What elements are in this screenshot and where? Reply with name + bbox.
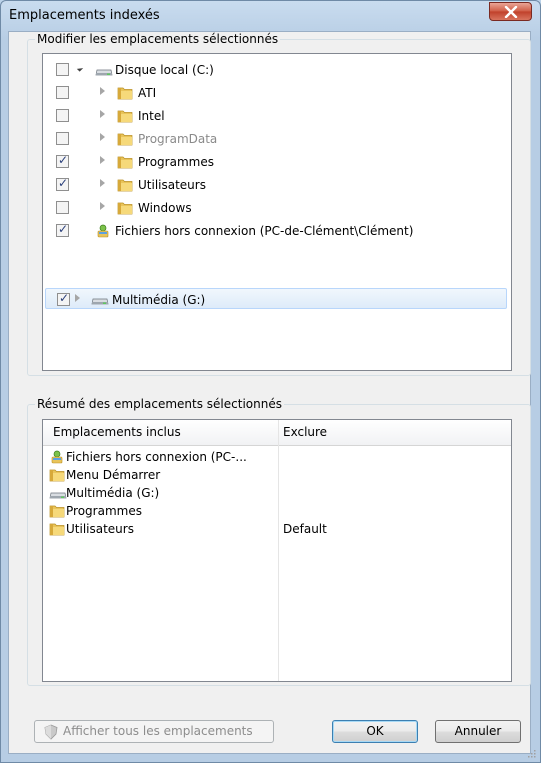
tree-item-label: ATI	[138, 86, 157, 100]
tree-item-checkbox[interactable]	[56, 63, 69, 76]
folder-icon	[117, 85, 133, 104]
summary-list[interactable]: Emplacements inclus Exclure Fichiers hor…	[42, 419, 512, 682]
tree-item-checkbox[interactable]	[56, 132, 69, 145]
tree-item-checkbox[interactable]	[56, 153, 69, 168]
tree-item[interactable]: Intel	[43, 105, 509, 128]
locations-tree[interactable]: Disque local (C:) ATI Intel ProgramData Prog…	[42, 53, 512, 371]
tree-item-label: ProgramData	[138, 132, 218, 146]
folder-icon	[117, 108, 133, 127]
close-icon	[504, 6, 518, 18]
tree-item[interactable]: ATI	[43, 82, 509, 105]
tree-item[interactable]: Multimédia (G:)	[45, 288, 507, 309]
summary-row-included: Utilisateurs	[66, 522, 134, 536]
summary-row[interactable]: Menu Démarrer	[49, 466, 509, 484]
tree-item[interactable]: Programmes	[43, 151, 509, 174]
summary-row[interactable]: Programmes	[49, 502, 509, 520]
tree-item-label: Programmes	[138, 155, 214, 169]
folder-icon	[49, 521, 65, 540]
tree-item-checkbox[interactable]	[56, 109, 69, 122]
resize-grip-icon[interactable]	[526, 748, 536, 758]
tree-item-label: Fichiers hors connexion (PC-de-Clément\C…	[115, 224, 414, 238]
title-bar[interactable]: Emplacements indexés	[1, 1, 540, 31]
expand-arrow-icon[interactable]	[100, 179, 105, 187]
summary-row-included: Fichiers hors connexion (PC-...	[66, 450, 247, 464]
expand-arrow-icon[interactable]	[100, 202, 105, 210]
folder-icon	[117, 177, 133, 196]
expand-arrow-icon[interactable]	[100, 133, 105, 141]
column-header-included[interactable]: Emplacements inclus	[53, 425, 181, 440]
folder-icon	[117, 200, 133, 219]
expand-arrow-icon[interactable]	[100, 87, 105, 95]
modify-locations-legend: Modifier les emplacements sélectionnés	[35, 32, 281, 47]
expand-arrow-icon[interactable]	[75, 294, 80, 302]
tree-item-checkbox[interactable]	[56, 176, 69, 191]
tree-item[interactable]: Utilisateurs	[43, 174, 509, 197]
uac-shield-icon	[44, 724, 58, 740]
show-all-locations-label: Afficher tous les emplacements	[63, 724, 253, 738]
cancel-button[interactable]: Annuler	[435, 720, 521, 743]
ok-label: OK	[366, 724, 384, 738]
tree-item[interactable]: Windows	[43, 197, 509, 220]
summary-row[interactable]: Fichiers hors connexion (PC-...	[49, 448, 509, 466]
show-all-locations-button[interactable]: Afficher tous les emplacements	[34, 720, 274, 743]
summary-row-included: Programmes	[66, 504, 142, 518]
summary-row[interactable]: Multimédia (G:)	[49, 484, 509, 502]
tree-item-label: Multimédia (G:)	[112, 293, 206, 307]
collapse-arrow-icon[interactable]	[76, 65, 84, 72]
summary-row-included: Menu Démarrer	[66, 468, 161, 482]
close-button[interactable]	[489, 2, 532, 21]
summary-row[interactable]: Utilisateurs Default	[49, 520, 509, 538]
tree-item-checkbox[interactable]	[56, 201, 69, 214]
offline-files-icon	[95, 223, 111, 242]
summary-row-included: Multimédia (G:)	[66, 486, 160, 500]
summary-list-header: Emplacements inclus Exclure	[43, 420, 511, 446]
expand-arrow-icon[interactable]	[100, 156, 105, 164]
folder-icon	[117, 154, 133, 173]
tree-item-label: Intel	[138, 109, 165, 123]
tree-item[interactable]: ProgramData	[43, 128, 509, 151]
folder-icon	[117, 131, 133, 150]
window-title: Emplacements indexés	[9, 8, 160, 23]
drive-icon	[95, 62, 113, 81]
tree-item-checkbox[interactable]	[57, 291, 70, 306]
ok-button[interactable]: OK	[332, 720, 418, 743]
tree-item-checkbox[interactable]	[56, 222, 69, 237]
tree-item-label: Disque local (C:)	[115, 63, 214, 77]
tree-item-label: Utilisateurs	[138, 178, 206, 192]
tree-item-label: Windows	[138, 201, 192, 215]
column-header-exclude[interactable]: Exclure	[283, 425, 327, 440]
tree-item[interactable]: Disque local (C:)	[43, 59, 509, 82]
summary-row-exclude: Default	[283, 522, 327, 536]
summary-legend: Résumé des emplacements sélectionnés	[35, 397, 284, 412]
drive-icon	[91, 291, 109, 310]
tree-item-checkbox[interactable]	[56, 86, 69, 99]
tree-item[interactable]: Fichiers hors connexion (PC-de-Clément\C…	[43, 220, 509, 243]
cancel-label: Annuler	[454, 724, 502, 738]
expand-arrow-icon[interactable]	[100, 110, 105, 118]
